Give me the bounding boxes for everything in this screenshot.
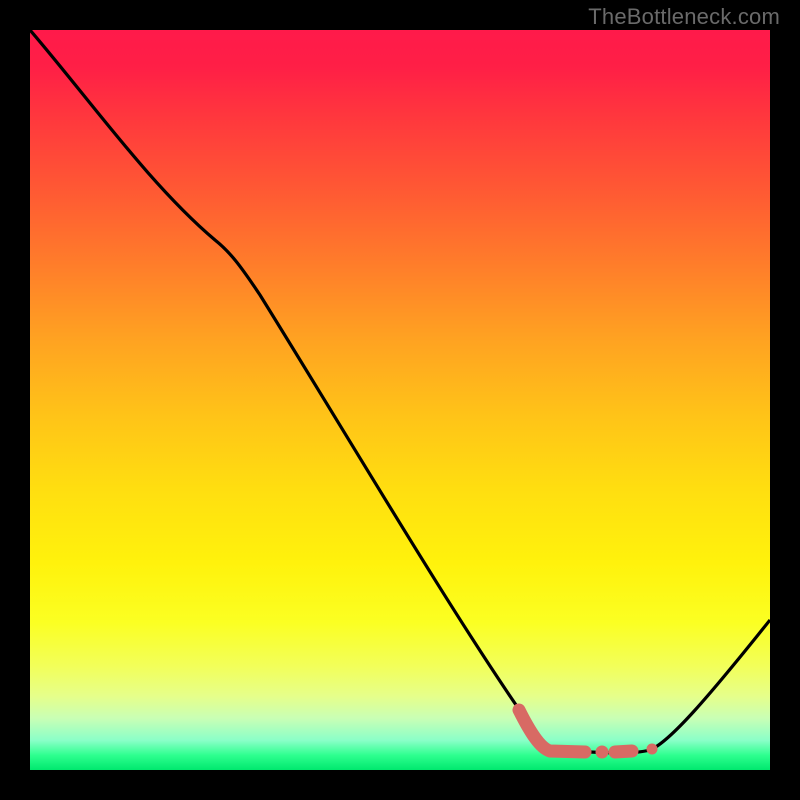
highlight-segment bbox=[519, 710, 585, 752]
main-curve bbox=[30, 30, 770, 753]
highlight-dot-2 bbox=[647, 744, 658, 755]
attribution-text: TheBottleneck.com bbox=[588, 4, 780, 30]
highlight-dot-1 bbox=[596, 746, 609, 759]
highlight-dash bbox=[615, 751, 632, 752]
chart-svg bbox=[30, 30, 770, 770]
plot-area bbox=[30, 30, 770, 770]
